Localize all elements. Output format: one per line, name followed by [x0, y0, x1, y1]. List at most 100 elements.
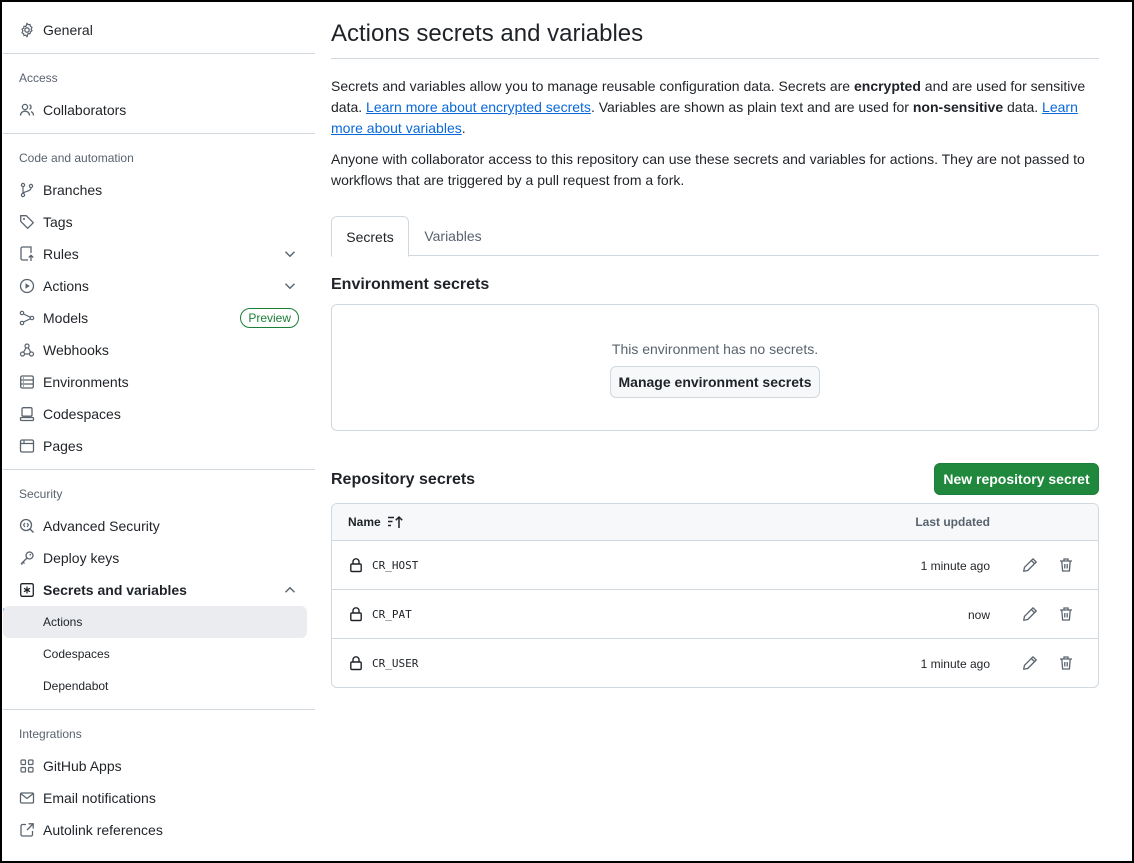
sidebar-item-codespaces[interactable]: Codespaces [3, 398, 315, 430]
settings-sidebar: General Access Collaborators Code and au… [3, 0, 315, 861]
intro-paragraph: Secrets and variables allow you to manag… [331, 76, 1099, 139]
sidebar-item-label: Autolink references [43, 822, 163, 838]
sidebar-item-general[interactable]: General [3, 14, 315, 46]
sidebar-item-environments[interactable]: Environments [3, 366, 315, 398]
table-row: CR_PAT now [332, 590, 1098, 639]
sidebar-item-branches[interactable]: Branches [3, 174, 315, 206]
environment-secrets-heading: Environment secrets [331, 276, 490, 293]
last-updated: 1 minute ago [920, 657, 990, 671]
section-title-security: Security [19, 487, 63, 501]
section-title-integrations: Integrations [19, 727, 82, 741]
models-icon [19, 310, 35, 326]
intro-text-bold: non-sensitive [912, 99, 1004, 115]
repository-secrets-heading: Repository secrets [331, 471, 476, 488]
sidebar-item-rules[interactable]: Rules [3, 238, 315, 270]
pencil-icon[interactable] [1022, 655, 1038, 671]
table-header: Name Last updated [332, 504, 1098, 541]
codespaces-icon [19, 406, 35, 422]
last-updated: 1 minute ago [920, 559, 990, 573]
sidebar-item-label: Deploy keys [43, 550, 120, 566]
learn-more-encrypted-secrets-link[interactable]: Learn more about encrypted secrets [366, 99, 591, 115]
sidebar-item-email-notifications[interactable]: Email notifications [3, 782, 315, 814]
key-icon [19, 550, 35, 566]
tab-secrets[interactable]: Secrets [331, 216, 409, 257]
trash-icon[interactable] [1058, 557, 1074, 573]
sidebar-item-label: General [43, 22, 93, 38]
sidebar-item-collaborators[interactable]: Collaborators [3, 94, 315, 126]
secret-name: CR_USER [372, 657, 419, 670]
secret-name: CR_PAT [372, 608, 412, 621]
chevron-down-icon[interactable] [283, 247, 297, 261]
sidebar-item-label: Webhooks [43, 342, 109, 358]
sidebar-subitem-label: Dependabot [43, 679, 109, 693]
intro-text: data. [1003, 99, 1043, 115]
sidebar-item-advanced-security[interactable]: Advanced Security [3, 510, 315, 542]
lock-icon [348, 655, 364, 671]
sidebar-divider [3, 133, 315, 134]
chevron-down-icon[interactable] [283, 279, 297, 293]
chevron-up-icon[interactable] [283, 583, 297, 597]
sidebar-item-label: Collaborators [43, 102, 127, 118]
sidebar-item-tags[interactable]: Tags [3, 206, 315, 238]
sidebar-item-label: Codespaces [43, 406, 121, 422]
repository-secrets-table: Name Last updated CR_HOST 1 minute ago C… [331, 503, 1099, 688]
column-header-name[interactable]: Name [348, 515, 381, 529]
sidebar-item-label: Secrets and variables [43, 582, 187, 598]
environment-secrets-box: This environment has no secrets. Manage … [331, 304, 1099, 431]
sidebar-item-label: Environments [43, 374, 129, 390]
sidebar-item-label: Models [43, 310, 89, 326]
sidebar-subitem-actions[interactable]: Actions [3, 606, 307, 638]
table-row: CR_HOST 1 minute ago [332, 541, 1098, 590]
sidebar-subitem-dependabot[interactable]: Dependabot [3, 670, 307, 702]
sidebar-item-github-apps[interactable]: GitHub Apps [3, 750, 315, 782]
sidebar-item-label: Rules [43, 246, 79, 262]
pencil-icon[interactable] [1022, 606, 1038, 622]
lock-icon [348, 606, 364, 622]
sidebar-item-pages[interactable]: Pages [3, 430, 315, 462]
empty-state-text: This environment has no secrets. [611, 341, 819, 357]
sidebar-item-webhooks[interactable]: Webhooks [3, 334, 315, 366]
intro-text: Secrets and variables allow you to manag… [331, 78, 854, 94]
asterisk-square-icon [19, 582, 35, 598]
new-repository-secret-button[interactable]: New repository secret [934, 463, 1099, 495]
sidebar-item-label: GitHub Apps [43, 758, 122, 774]
sidebar-divider [3, 709, 315, 710]
sidebar-item-label: Tags [43, 214, 73, 230]
sidebar-subitem-codespaces[interactable]: Codespaces [3, 638, 307, 670]
sidebar-item-actions[interactable]: Actions [3, 270, 315, 302]
gear-icon [19, 22, 35, 38]
sort-ascending-icon[interactable] [387, 515, 405, 529]
sidebar-divider [3, 53, 315, 54]
title-divider [331, 58, 1099, 59]
server-icon [19, 374, 35, 390]
manage-environment-secrets-button[interactable]: Manage environment secrets [610, 366, 820, 398]
trash-icon[interactable] [1058, 606, 1074, 622]
table-row: CR_USER 1 minute ago [332, 639, 1098, 687]
intro-text-bold: encrypted [853, 78, 921, 94]
webhook-icon [19, 342, 35, 358]
codescan-icon [19, 518, 35, 534]
sidebar-item-models[interactable]: Models Preview [3, 302, 315, 334]
sidebar-item-label: Pages [43, 438, 83, 454]
intro-text: . Variables are shown as plain text and … [590, 99, 913, 115]
preview-badge: Preview [240, 308, 299, 328]
sidebar-item-label: Actions [43, 278, 89, 294]
link-external-icon [19, 822, 35, 838]
lock-icon [348, 557, 364, 573]
sidebar-item-deploy-keys[interactable]: Deploy keys [3, 542, 315, 574]
sidebar-item-autolink-references[interactable]: Autolink references [3, 814, 315, 846]
pencil-icon[interactable] [1022, 557, 1038, 573]
apps-icon [19, 758, 35, 774]
sidebar-subitem-label: Codespaces [43, 647, 110, 661]
collaborator-notice: Anyone with collaborator access to this … [331, 151, 1085, 188]
sidebar-item-secrets-and-variables[interactable]: Secrets and variables [3, 574, 315, 606]
sidebar-divider [3, 469, 315, 470]
section-title-code-automation: Code and automation [19, 151, 134, 165]
last-updated: now [967, 608, 990, 622]
secret-name: CR_HOST [372, 559, 419, 572]
tab-variables[interactable]: Variables [415, 216, 491, 256]
browser-icon [19, 438, 35, 454]
mail-icon [19, 790, 35, 806]
trash-icon[interactable] [1058, 655, 1074, 671]
page-title: Actions secrets and variables [331, 20, 644, 47]
